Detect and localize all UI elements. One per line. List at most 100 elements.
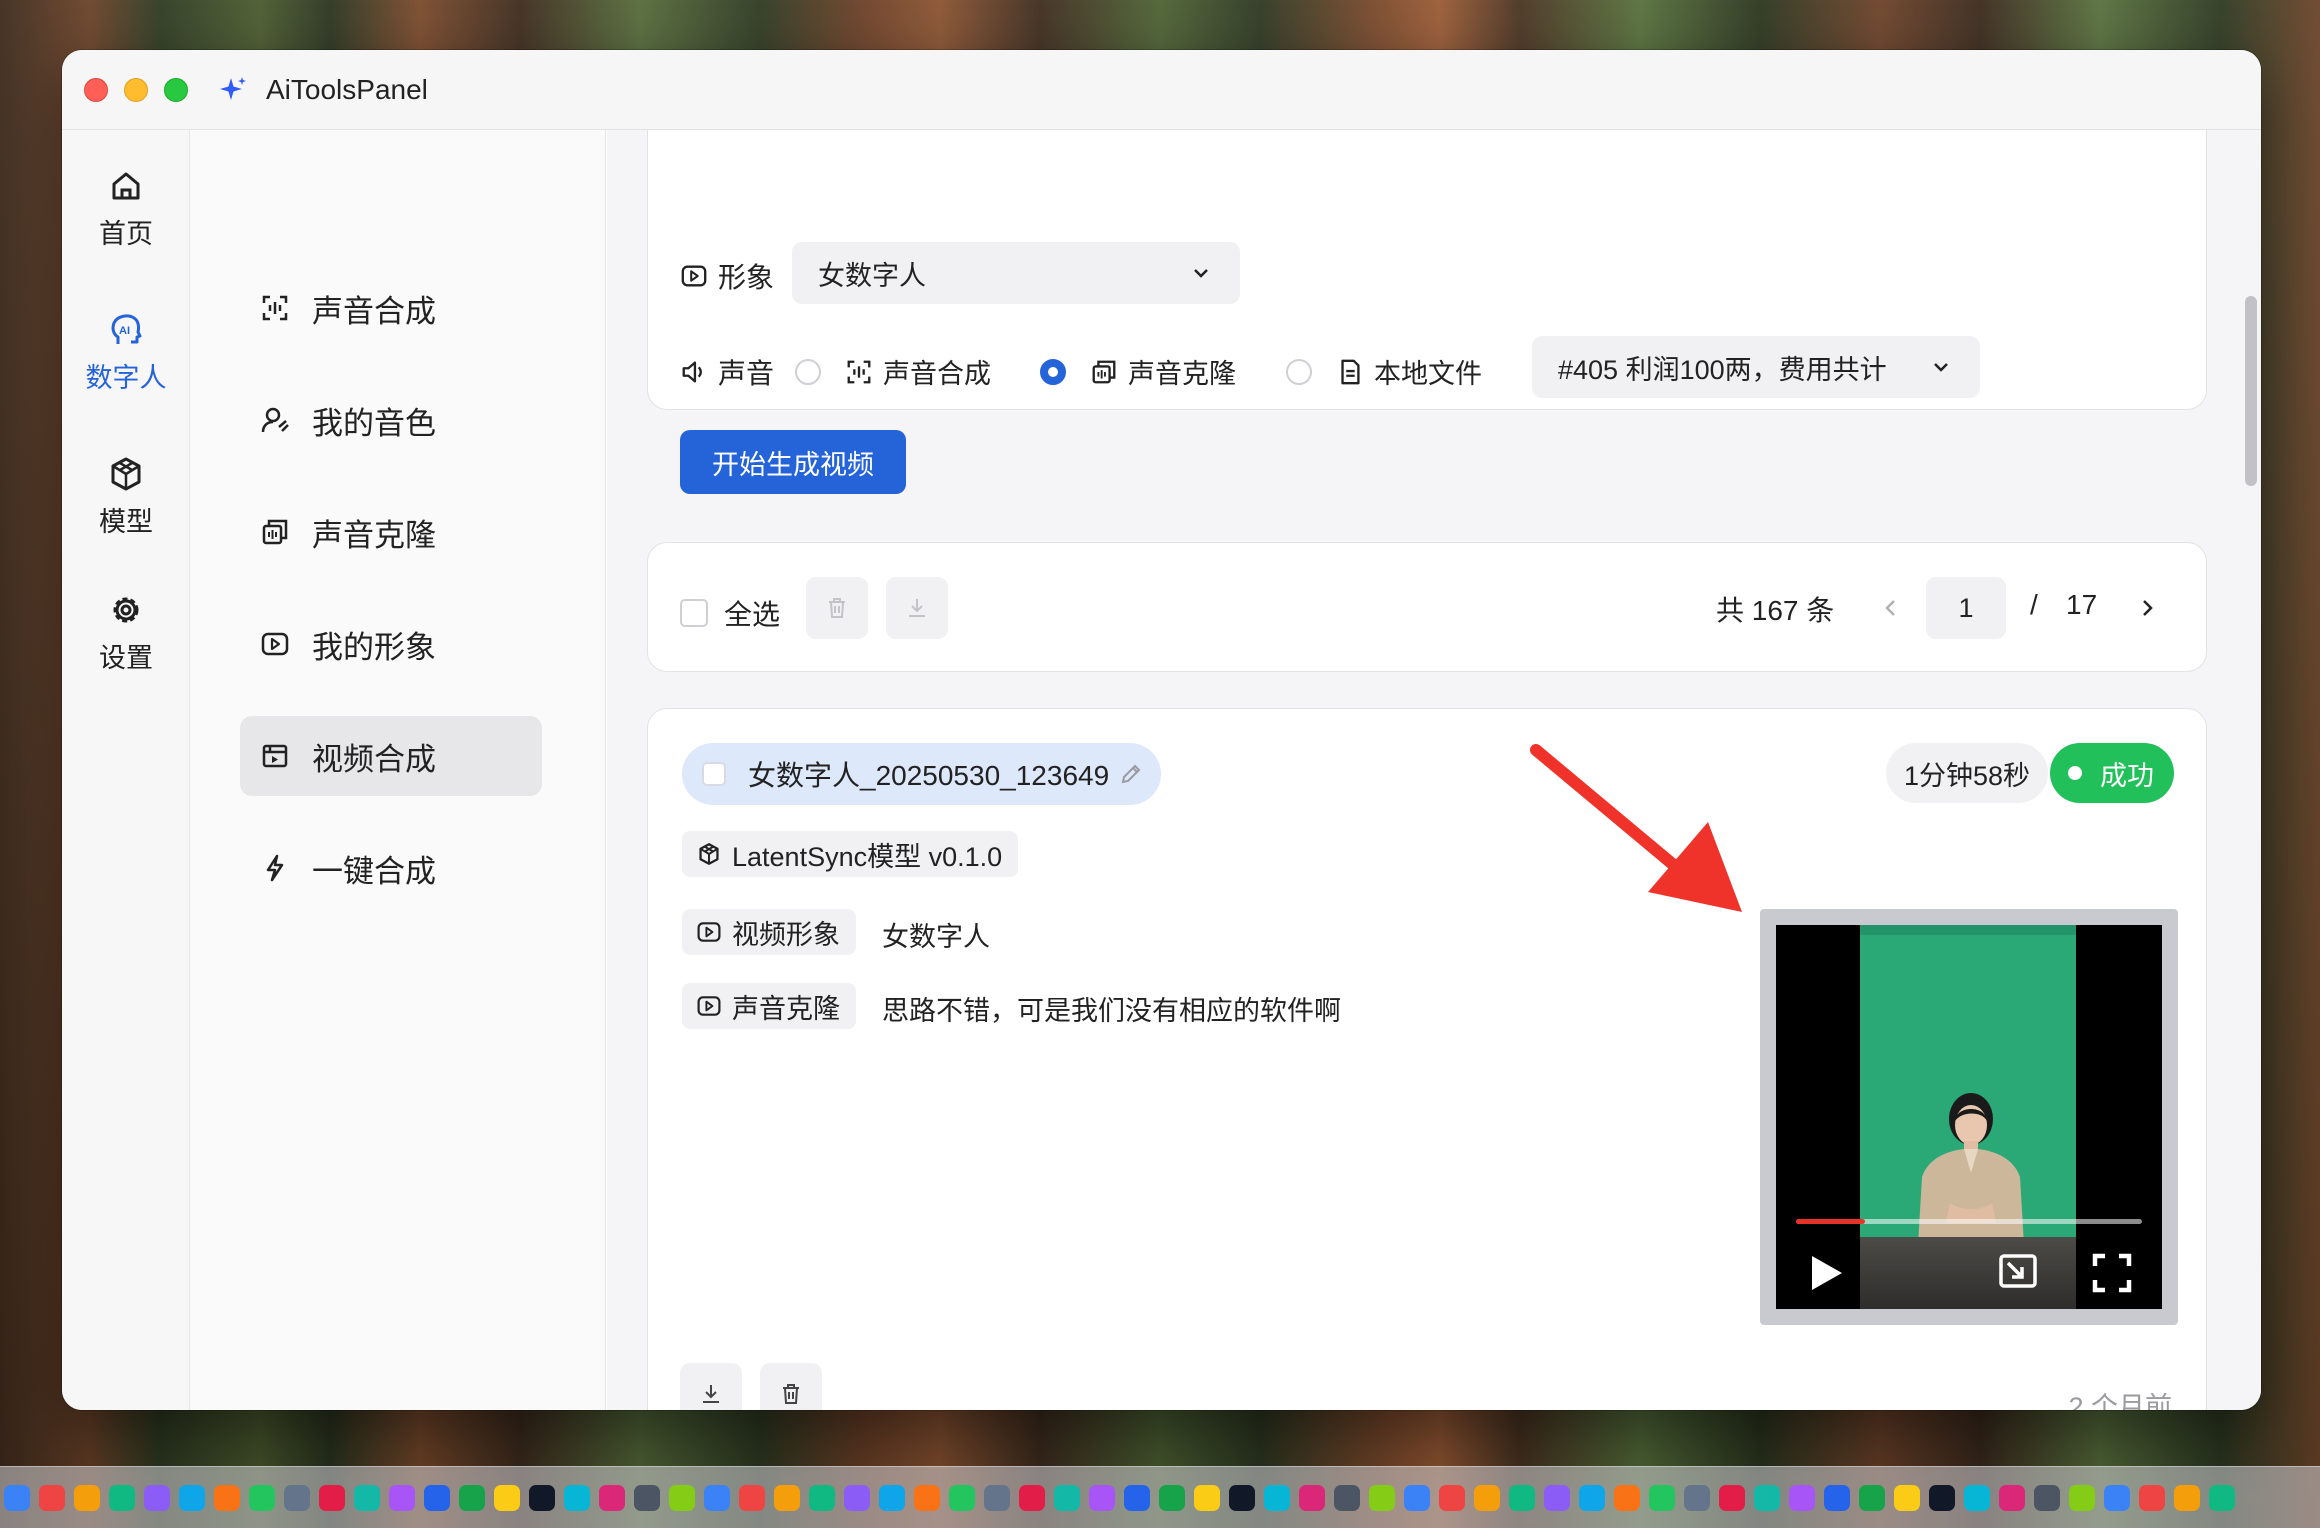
dock-app-icon[interactable] bbox=[214, 1484, 240, 1511]
dock-app-icon[interactable] bbox=[1649, 1484, 1675, 1511]
dock-app-icon[interactable] bbox=[179, 1484, 205, 1511]
dock-app-icon[interactable] bbox=[1544, 1484, 1570, 1511]
bulk-delete-button[interactable] bbox=[806, 577, 868, 639]
picture-in-picture-icon[interactable] bbox=[1998, 1253, 2038, 1289]
dock-app-icon[interactable] bbox=[1159, 1484, 1185, 1511]
dock-app-icon[interactable] bbox=[459, 1484, 485, 1511]
radio-local-file[interactable]: 本地文件 bbox=[1286, 352, 1482, 391]
fullscreen-icon[interactable] bbox=[2092, 1253, 2132, 1293]
chevron-right-icon[interactable] bbox=[2136, 597, 2158, 619]
dock-app-icon[interactable] bbox=[319, 1484, 345, 1511]
radio-dot[interactable] bbox=[1286, 358, 1312, 385]
zoom-window-button[interactable] bbox=[164, 78, 188, 102]
avatar-select[interactable]: 女数字人 bbox=[792, 242, 1240, 304]
dock-app-icon[interactable] bbox=[1754, 1484, 1780, 1511]
dock-app-icon[interactable] bbox=[844, 1484, 870, 1511]
select-all-control[interactable]: 全选 bbox=[680, 593, 780, 633]
dock-app-icon[interactable] bbox=[879, 1484, 905, 1511]
dock-app-icon[interactable] bbox=[1894, 1484, 1920, 1511]
dock-app-icon[interactable] bbox=[1474, 1484, 1500, 1511]
select-all-checkbox[interactable] bbox=[680, 599, 708, 627]
dock-app-icon[interactable] bbox=[1194, 1484, 1220, 1511]
dock-app-icon[interactable] bbox=[1054, 1484, 1080, 1511]
dock-app-icon[interactable] bbox=[1229, 1484, 1255, 1511]
edit-pencil-icon[interactable] bbox=[1119, 762, 1143, 786]
dock-app-icon[interactable] bbox=[1579, 1484, 1605, 1511]
subnav-item-my-voices[interactable]: 我的音色 bbox=[240, 380, 542, 460]
radio-dot[interactable] bbox=[795, 358, 821, 385]
page-number-input[interactable]: 1 bbox=[1926, 577, 2006, 639]
dock-app-icon[interactable] bbox=[2174, 1484, 2200, 1511]
dock-app-icon[interactable] bbox=[1929, 1484, 1955, 1511]
rail-item-digital-human[interactable]: AI 数字人 bbox=[62, 310, 190, 395]
dock-app-icon[interactable] bbox=[1789, 1484, 1815, 1511]
dock-app-icon[interactable] bbox=[774, 1484, 800, 1511]
video-progress-track[interactable] bbox=[1796, 1219, 2142, 1224]
dock-app-icon[interactable] bbox=[1999, 1484, 2025, 1511]
dock-app-icon[interactable] bbox=[1369, 1484, 1395, 1511]
dock-app-icon[interactable] bbox=[4, 1484, 30, 1511]
dock-app-icon[interactable] bbox=[1299, 1484, 1325, 1511]
dock-app-icon[interactable] bbox=[1824, 1484, 1850, 1511]
dock-app-icon[interactable] bbox=[1439, 1484, 1465, 1511]
subnav-item-voice-clone[interactable]: 声音克隆 bbox=[240, 492, 542, 572]
dock-app-icon[interactable] bbox=[1719, 1484, 1745, 1511]
dock-app-icon[interactable] bbox=[1509, 1484, 1535, 1511]
dock-app-icon[interactable] bbox=[914, 1484, 940, 1511]
subnav-item-video-compose[interactable]: 视频合成 bbox=[240, 716, 542, 796]
dock-app-icon[interactable] bbox=[494, 1484, 520, 1511]
dock-app-icon[interactable] bbox=[1964, 1484, 1990, 1511]
dock-app-icon[interactable] bbox=[389, 1484, 415, 1511]
subnav-item-one-click[interactable]: 一键合成 bbox=[240, 828, 542, 908]
minimize-window-button[interactable] bbox=[124, 78, 148, 102]
scrollbar-thumb[interactable] bbox=[2245, 296, 2257, 486]
dock-app-icon[interactable] bbox=[1334, 1484, 1360, 1511]
dock-app-icon[interactable] bbox=[669, 1484, 695, 1511]
dock-app-icon[interactable] bbox=[1859, 1484, 1885, 1511]
dock-app-icon[interactable] bbox=[1124, 1484, 1150, 1511]
close-window-button[interactable] bbox=[84, 78, 108, 102]
dock-app-icon[interactable] bbox=[284, 1484, 310, 1511]
chevron-left-icon[interactable] bbox=[1880, 597, 1902, 619]
dock-app-icon[interactable] bbox=[109, 1484, 135, 1511]
radio-dot-selected[interactable] bbox=[1040, 358, 1066, 385]
dock-app-icon[interactable] bbox=[634, 1484, 660, 1511]
dock-app-icon[interactable] bbox=[984, 1484, 1010, 1511]
rail-item-settings[interactable]: 设置 bbox=[62, 590, 190, 675]
dock-app-icon[interactable] bbox=[144, 1484, 170, 1511]
dock-app-icon[interactable] bbox=[2209, 1484, 2235, 1511]
dock-app-icon[interactable] bbox=[564, 1484, 590, 1511]
dock-app-icon[interactable] bbox=[354, 1484, 380, 1511]
dock-app-icon[interactable] bbox=[1089, 1484, 1115, 1511]
radio-voice-synthesis[interactable]: 声音合成 bbox=[795, 352, 991, 391]
task-checkbox[interactable] bbox=[702, 762, 726, 786]
dock-app-icon[interactable] bbox=[2034, 1484, 2060, 1511]
download-button[interactable] bbox=[680, 1363, 742, 1410]
subnav-item-voice-synthesis[interactable]: 声音合成 bbox=[240, 268, 542, 348]
dock-app-icon[interactable] bbox=[424, 1484, 450, 1511]
dock-app-icon[interactable] bbox=[739, 1484, 765, 1511]
dock-app-icon[interactable] bbox=[1684, 1484, 1710, 1511]
content-scrollbar[interactable] bbox=[2241, 210, 2261, 1410]
dock-app-icon[interactable] bbox=[249, 1484, 275, 1511]
dock-app-icon[interactable] bbox=[599, 1484, 625, 1511]
dock-app-icon[interactable] bbox=[2139, 1484, 2165, 1511]
play-icon[interactable] bbox=[1806, 1253, 1846, 1293]
rail-item-home[interactable]: 首页 bbox=[62, 166, 190, 251]
video-player[interactable] bbox=[1776, 925, 2162, 1309]
start-generate-button[interactable]: 开始生成视频 bbox=[680, 430, 906, 494]
delete-button[interactable] bbox=[760, 1363, 822, 1410]
subnav-item-my-avatars[interactable]: 我的形象 bbox=[240, 604, 542, 684]
dock-app-icon[interactable] bbox=[39, 1484, 65, 1511]
dock-app-icon[interactable] bbox=[1264, 1484, 1290, 1511]
dock-app-icon[interactable] bbox=[2104, 1484, 2130, 1511]
rail-item-models[interactable]: 模型 bbox=[62, 454, 190, 539]
dock-app-icon[interactable] bbox=[809, 1484, 835, 1511]
dock-app-icon[interactable] bbox=[1404, 1484, 1430, 1511]
voice-source-select[interactable]: #405 利润100两，费用共计 bbox=[1532, 336, 1980, 398]
bulk-download-button[interactable] bbox=[886, 577, 948, 639]
dock-app-icon[interactable] bbox=[949, 1484, 975, 1511]
dock-app-icon[interactable] bbox=[2069, 1484, 2095, 1511]
dock-app-icon[interactable] bbox=[74, 1484, 100, 1511]
dock-app-icon[interactable] bbox=[704, 1484, 730, 1511]
